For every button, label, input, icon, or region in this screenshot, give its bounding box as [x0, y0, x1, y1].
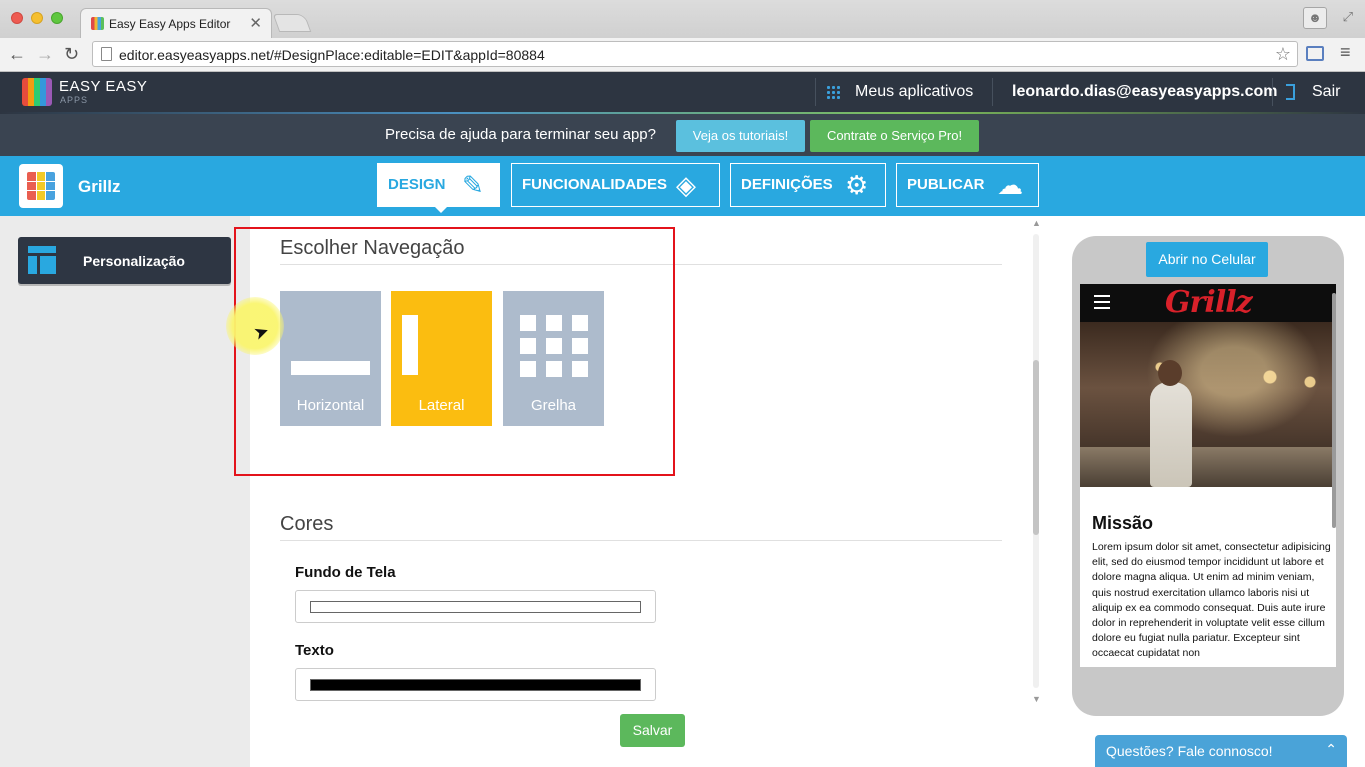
browser-tab[interactable]: Easy Easy Apps Editor ✕: [80, 8, 272, 38]
text-color-swatch: [310, 679, 641, 691]
layout-icon: [28, 246, 56, 274]
hamburger-menu-icon[interactable]: [1094, 295, 1110, 309]
nav-option-horizontal[interactable]: Horizontal: [280, 291, 381, 426]
tab-title: Easy Easy Apps Editor: [109, 17, 231, 31]
brand-logo: Grillz: [1165, 285, 1253, 320]
app-nav-bar: Grillz DESIGN ✎ FUNCIONALIDADES ◈ DEFINI…: [0, 156, 1365, 216]
gear-icon: ⚙: [845, 170, 869, 200]
page-icon: [101, 47, 112, 61]
tag-icon: ◈: [676, 170, 696, 200]
header-divider: [815, 78, 816, 106]
bookmark-star-icon[interactable]: ☆: [1275, 44, 1291, 65]
sidebar: Personalização: [0, 216, 250, 767]
colors-section-title: Cores: [280, 513, 334, 535]
scroll-down-icon[interactable]: ▼: [1032, 694, 1041, 704]
nav-option-label: Horizontal: [296, 397, 365, 414]
main-scrollbar[interactable]: [1031, 230, 1041, 692]
chat-label: Questões? Fale connosco!: [1106, 743, 1273, 759]
window-zoom-icon[interactable]: [51, 12, 63, 24]
help-text: Precisa de ajuda para terminar seu app?: [385, 126, 656, 143]
tab-label: DEFINIÇÕES: [741, 176, 833, 193]
forward-arrow-icon[interactable]: →: [36, 44, 54, 65]
window-minimize-icon[interactable]: [31, 12, 43, 24]
pro-service-button[interactable]: Contrate o Serviço Pro!: [810, 120, 979, 152]
section-divider: [280, 264, 1002, 265]
tab-label: FUNCIONALIDADES: [522, 176, 667, 193]
logo-icon[interactable]: [22, 78, 52, 106]
text-color-label: Texto: [295, 642, 334, 659]
horizontal-layout-icon: [291, 361, 370, 375]
phone-body-text: Lorem ipsum dolor sit amet, consectetur …: [1092, 541, 1331, 660]
logo-text: EASY EASY: [59, 78, 148, 95]
tab-publicar[interactable]: PUBLICAR ☁: [896, 163, 1039, 207]
tab-label: PUBLICAR: [907, 176, 985, 193]
nav-option-label: Grelha: [530, 397, 577, 414]
scroll-thumb[interactable]: [1033, 360, 1039, 535]
tab-definicoes[interactable]: DEFINIÇÕES ⚙: [730, 163, 886, 207]
user-email[interactable]: leonardo.dias@easyeasyapps.com: [1012, 83, 1278, 101]
save-button[interactable]: Salvar: [620, 714, 685, 747]
brush-icon: ✎: [462, 170, 484, 200]
lateral-layout-icon: [402, 315, 418, 375]
logout-icon[interactable]: [1286, 84, 1295, 100]
phone-heading: Missão: [1092, 513, 1154, 533]
tab-funcionalidades[interactable]: FUNCIONALIDADES ◈: [511, 163, 720, 207]
new-tab-button[interactable]: [272, 14, 312, 32]
navigation-section-title: Escolher Navegação: [280, 237, 465, 259]
cloud-upload-icon: ☁: [997, 170, 1023, 200]
tab-close-icon[interactable]: ✕: [249, 14, 262, 32]
section-divider: [280, 540, 1002, 541]
header-divider: [992, 78, 993, 106]
tutorials-button[interactable]: Veja os tutoriais!: [676, 120, 805, 152]
tab-label: DESIGN: [388, 176, 446, 193]
scroll-up-icon[interactable]: ▲: [1032, 218, 1041, 228]
sidebar-item-personalizacao[interactable]: Personalização: [18, 237, 231, 284]
phone-screen[interactable]: Grillz Missão Lorem ipsum dolor sit amet…: [1080, 284, 1336, 667]
app-header: EASY EASY APPS Meus aplicativos leonardo…: [0, 72, 1365, 112]
url-input[interactable]: editor.easyeasyapps.net/#DesignPlace:edi…: [92, 41, 1298, 67]
hero-image: [1080, 322, 1336, 487]
sidebar-item-label: Personalização: [83, 253, 185, 269]
text-color-field[interactable]: [295, 668, 656, 701]
browser-tab-bar: Easy Easy Apps Editor ✕ ☻ ⤢: [0, 0, 1365, 38]
app-icon[interactable]: [19, 164, 63, 208]
nav-option-lateral[interactable]: Lateral: [391, 291, 492, 426]
nav-option-label: Lateral: [418, 397, 465, 414]
menu-icon[interactable]: ≡: [1340, 42, 1351, 63]
header-divider: [1272, 78, 1273, 106]
cast-icon[interactable]: [1306, 46, 1324, 61]
background-color-label: Fundo de Tela: [295, 564, 396, 581]
phone-scrollbar[interactable]: [1332, 293, 1336, 528]
my-apps-link[interactable]: Meus aplicativos: [855, 83, 973, 101]
chat-widget[interactable]: Questões? Fale connosco! ⌃: [1095, 735, 1347, 767]
open-mobile-button[interactable]: Abrir no Celular: [1146, 242, 1268, 277]
apps-grid-icon: [826, 85, 840, 99]
chevron-up-icon[interactable]: ⌃: [1325, 741, 1337, 758]
logout-link[interactable]: Sair: [1312, 83, 1340, 101]
background-color-field[interactable]: [295, 590, 656, 623]
nav-option-grelha[interactable]: Grelha: [503, 291, 604, 426]
logo-subtext: APPS: [60, 95, 89, 105]
tab-design[interactable]: DESIGN ✎: [377, 163, 500, 213]
url-text: editor.easyeasyapps.net/#DesignPlace:edi…: [119, 47, 545, 63]
phone-topbar: Grillz: [1080, 284, 1336, 322]
background-color-swatch: [310, 601, 641, 613]
help-bar: Precisa de ajuda para terminar seu app? …: [0, 112, 1365, 156]
window-close-icon[interactable]: [11, 12, 23, 24]
favicon-icon: [91, 17, 104, 30]
back-arrow-icon[interactable]: ←: [8, 44, 26, 65]
expand-icon[interactable]: ⤢: [1343, 9, 1353, 25]
app-name: Grillz: [78, 177, 121, 196]
profile-icon[interactable]: ☻: [1303, 7, 1327, 29]
reload-icon[interactable]: ↻: [64, 44, 79, 65]
address-bar: ← → ↻ editor.easyeasyapps.net/#DesignPla…: [0, 38, 1365, 72]
grid-layout-icon: [520, 315, 588, 377]
